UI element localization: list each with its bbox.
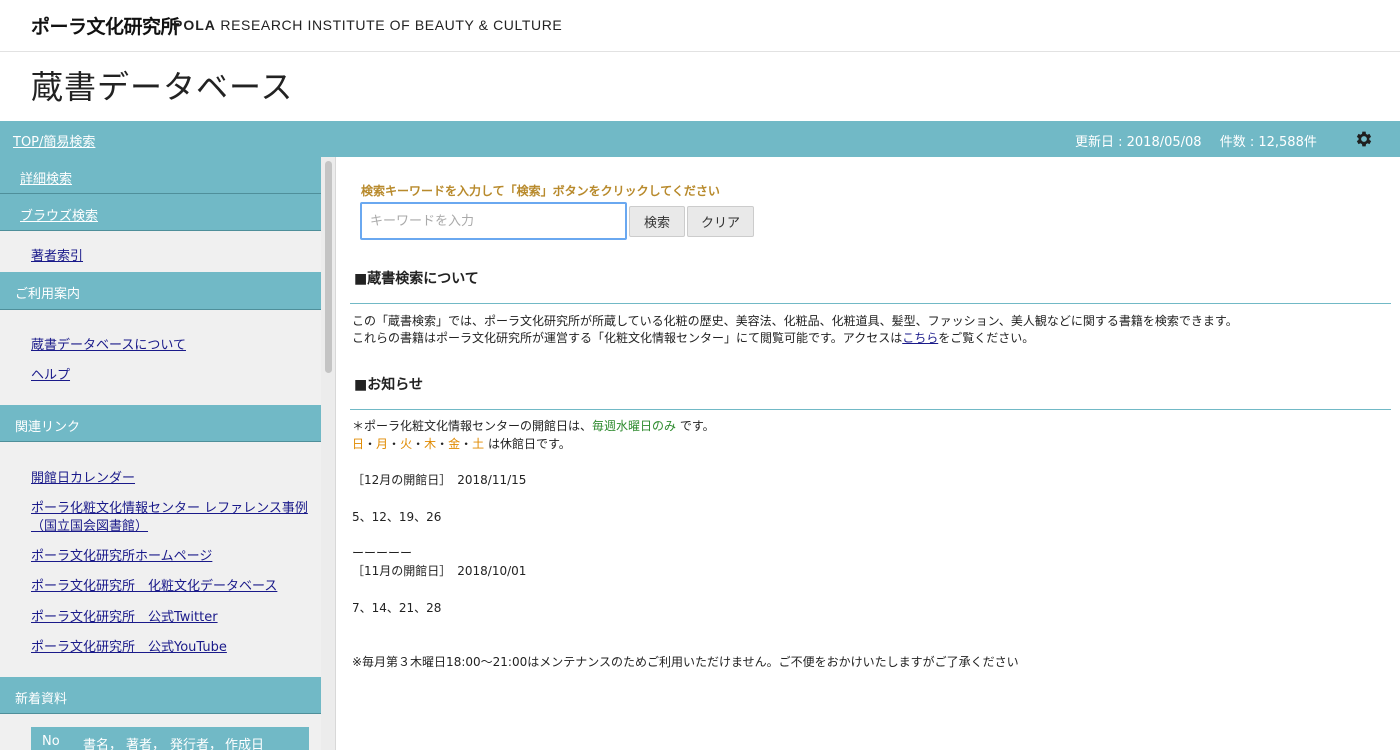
- text: これらの書籍はポーラ文化研究所が運営する「化粧文化情報センター」にて閲覧可能です…: [352, 331, 903, 345]
- sidebar-item-label: 詳細検索: [20, 172, 73, 187]
- sidebar-heading-label: 新着資料: [15, 692, 68, 707]
- search-hint: 検索キーワードを入力して「検索」ボタンをクリックしてください: [361, 184, 720, 198]
- sep: ・: [436, 437, 449, 451]
- search-button[interactable]: 検索: [629, 206, 685, 237]
- dec-open-days: 5、12、19、26: [352, 510, 442, 524]
- gear-icon[interactable]: [1354, 129, 1374, 149]
- sidebar-item-browse-search[interactable]: ブラウズ検索: [0, 194, 321, 231]
- site-header: ポーラ文化研究所 POLA RESEARCH INSTITUTE OF BEAU…: [0, 0, 1400, 52]
- about-heading: ■蔵書検索について: [354, 271, 479, 287]
- closed-day: 日: [352, 437, 365, 451]
- divider: [350, 409, 1391, 410]
- updated-date: 更新日 : 2018/05/08: [1075, 135, 1202, 150]
- col-header-author: 著者，: [126, 738, 166, 750]
- nov-open-days: 7、14、21、28: [352, 601, 442, 615]
- brand-en-rest: RESEARCH INSTITUTE OF BEAUTY & CULTURE: [215, 17, 563, 33]
- search-input[interactable]: [360, 202, 627, 240]
- sidebar-heading-guide: ご利用案内: [0, 272, 321, 310]
- closed-day: 木: [424, 437, 437, 451]
- sidebar-link-help[interactable]: ヘルプ: [31, 364, 70, 383]
- db-meta: 更新日 : 2018/05/08 件数 : 12,588件: [1075, 131, 1331, 150]
- news-divider: ーーーーー: [352, 546, 413, 560]
- sidebar-link-author-index[interactable]: 著者索引: [31, 245, 83, 264]
- sidebar-heading-label: ご利用案内: [15, 287, 81, 302]
- col-header-title: 書名，: [83, 738, 123, 750]
- maintenance-note: ※毎月第３木曜日18:00〜21:00はメンテナンスのためご利用いただけません。…: [352, 655, 1019, 669]
- sidebar-link-twitter[interactable]: ポーラ文化研究所 公式Twitter: [31, 606, 218, 625]
- new-items-table-header: No 書名， 著者， 発行者， 作成日: [31, 727, 309, 750]
- col-header-no: No: [42, 734, 60, 749]
- sidebar-item-advanced-search[interactable]: 詳細検索: [0, 157, 321, 194]
- top-nav-bar: TOP/簡易検索 更新日 : 2018/05/08 件数 : 12,588件: [0, 121, 1400, 157]
- access-link[interactable]: こちら: [902, 331, 938, 345]
- page-title: 蔵書データベース: [31, 68, 294, 106]
- sidebar-link-calendar[interactable]: 開館日カレンダー: [31, 467, 135, 486]
- about-line-1: この「蔵書検索」では、ポーラ文化研究所が所蔵している化粧の歴史、美容法、化粧品、…: [352, 314, 1238, 328]
- news-closed-days: 日・月・火・木・金・土 は休館日です。: [352, 435, 571, 452]
- sidebar-item-label: ブラウズ検索: [20, 209, 99, 224]
- text: です。: [676, 419, 715, 433]
- sep: ・: [460, 437, 473, 451]
- sep: ・: [388, 437, 401, 451]
- sidebar-link-about-db[interactable]: 蔵書データベースについて: [31, 334, 186, 353]
- news-open-day: ＊ポーラ化粧文化情報センターの開館日は、毎週水曜日のみ です。: [352, 417, 715, 434]
- sidebar-link-reference[interactable]: ポーラ化粧文化情報センター レファレンス事例: [31, 497, 308, 516]
- dec-open-label: ［12月の開館日］ 2018/11/15: [352, 473, 527, 487]
- sep: ・: [412, 437, 425, 451]
- closed-day: 土: [472, 437, 485, 451]
- top-search-link[interactable]: TOP/簡易検索: [13, 131, 95, 150]
- record-count: 件数 : 12,588件: [1219, 135, 1317, 150]
- sidebar-link-youtube[interactable]: ポーラ文化研究所 公式YouTube: [31, 636, 227, 655]
- closed-day: 金: [448, 437, 461, 451]
- closed-day: 火: [400, 437, 413, 451]
- sidebar-heading-label: 関連リンク: [15, 420, 81, 435]
- brand-en-bold: POLA: [173, 17, 216, 33]
- divider: [350, 303, 1391, 304]
- open-day-highlight: 毎週水曜日のみ: [592, 419, 677, 433]
- text: は休館日です。: [484, 437, 571, 451]
- sep: ・: [364, 437, 377, 451]
- sidebar-link-reference-ndl[interactable]: （国立国会図書館）: [31, 515, 148, 534]
- sidebar-heading-links: 関連リンク: [0, 405, 321, 442]
- col-header-publisher: 発行者，: [170, 738, 223, 750]
- clear-button[interactable]: クリア: [687, 206, 754, 237]
- text: をご覧ください。: [938, 331, 1035, 345]
- news-heading: ■お知らせ: [354, 377, 423, 393]
- sidebar-link-homepage[interactable]: ポーラ文化研究所ホームページ: [31, 545, 212, 564]
- sidebar-heading-new: 新着資料: [0, 677, 321, 714]
- sidebar-scroll-thumb[interactable]: [325, 161, 332, 373]
- about-line-2: これらの書籍はポーラ文化研究所が運営する「化粧文化情報センター」にて閲覧可能です…: [352, 329, 1034, 346]
- sidebar: 詳細検索 ブラウズ検索 著者索引 ご利用案内 蔵書データベースについて ヘルプ …: [0, 157, 336, 750]
- sidebar-link-culture-db[interactable]: ポーラ文化研究所 化粧文化データベース: [31, 575, 277, 594]
- nov-open-label: ［11月の開館日］ 2018/10/01: [352, 564, 527, 578]
- closed-day: 月: [376, 437, 389, 451]
- brand-logo-jp[interactable]: ポーラ文化研究所: [31, 12, 180, 39]
- text: ＊ポーラ化粧文化情報センターの開館日は、: [352, 419, 593, 433]
- col-header-date: 作成日: [225, 738, 265, 750]
- brand-logo-en[interactable]: POLA RESEARCH INSTITUTE OF BEAUTY & CULT…: [173, 17, 562, 33]
